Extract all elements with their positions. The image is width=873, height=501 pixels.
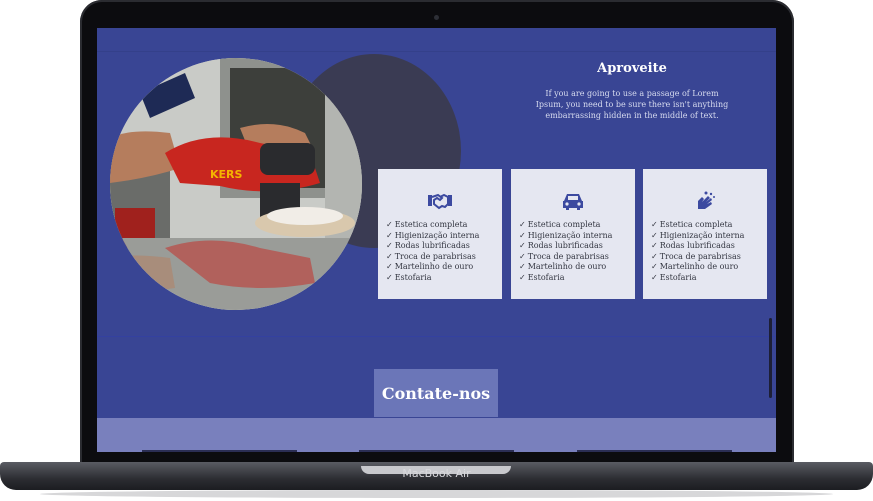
camera <box>434 15 439 20</box>
list-item: Higienização interna <box>386 231 480 242</box>
service-card-3: Estetica completa Higienização interna R… <box>643 169 767 299</box>
scrollbar[interactable] <box>769 318 772 398</box>
car-icon <box>563 194 583 210</box>
contact-button[interactable]: Contate-nos <box>374 369 498 417</box>
device-label: MacBook Air <box>402 467 471 480</box>
list-item: Rodas lubrificadas <box>386 241 479 252</box>
contact-section-band <box>97 418 776 452</box>
hand-washing-icon <box>698 191 715 209</box>
section-divider <box>97 336 776 337</box>
list-item: Estetica completa <box>519 220 612 231</box>
list-item: Troca de parabrisas <box>519 252 612 263</box>
screen: KERS Aproveite If you are going to use a… <box>97 28 776 452</box>
list-item: Troca de parabrisas <box>651 252 744 263</box>
list-item: Martelinho de ouro <box>386 262 479 273</box>
footer-column-2 <box>359 450 514 452</box>
list-item: Estofaria <box>519 273 612 284</box>
footer-column-3 <box>577 450 732 452</box>
service-card-1: Estetica completa Higienização interna R… <box>378 169 502 299</box>
handshake-icon <box>428 193 452 210</box>
list-item: Estofaria <box>386 273 479 284</box>
laptop-shadow <box>40 490 833 498</box>
top-divider <box>97 51 776 52</box>
list-item: Estofaria <box>651 273 744 284</box>
footer-column-1 <box>142 450 297 452</box>
list-item: Martelinho de ouro <box>519 262 612 273</box>
list-item: Rodas lubrificadas <box>651 241 744 252</box>
list-item: Rodas lubrificadas <box>519 241 612 252</box>
list-item: Estetica completa <box>651 220 744 231</box>
section-description: If you are going to use a passage of Lor… <box>535 89 729 120</box>
polisher-photo: KERS <box>110 58 362 310</box>
list-item: Higienização interna <box>651 231 745 242</box>
list-item: Higienização interna <box>519 231 613 242</box>
kers-logo: KERS <box>210 168 243 181</box>
list-item: Martelinho de ouro <box>651 262 744 273</box>
service-card-2: Estetica completa Higienização interna R… <box>511 169 635 299</box>
section-title: Aproveite <box>597 61 667 76</box>
list-item: Troca de parabrisas <box>386 252 479 263</box>
list-item: Estetica completa <box>386 220 479 231</box>
